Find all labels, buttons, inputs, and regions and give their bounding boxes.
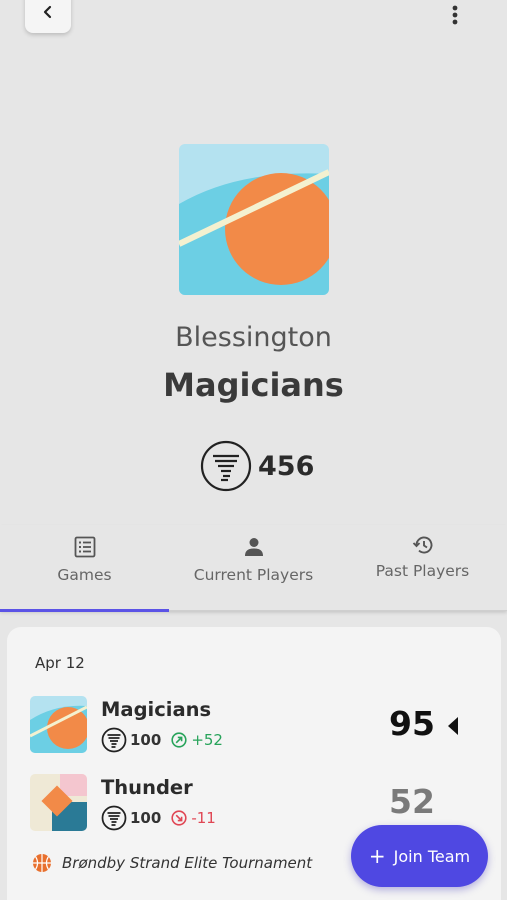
team-city: Blessington — [175, 322, 332, 353]
team-logo — [30, 696, 87, 753]
tab-current-players[interactable]: Current Players — [169, 525, 338, 611]
tab-label: Past Players — [375, 562, 470, 580]
team-name: Thunder — [101, 776, 193, 799]
more-options-button[interactable] — [440, 2, 470, 28]
active-tab-indicator — [0, 609, 169, 612]
history-icon — [412, 536, 432, 554]
tornado-badge-icon — [101, 727, 127, 753]
winner-triangle-icon — [448, 717, 458, 735]
team-logo — [179, 144, 329, 295]
tab-games[interactable]: Games — [0, 525, 169, 611]
tournament-name: Brøndby Strand Elite Tournament — [62, 854, 313, 872]
game-team-row[interactable]: Magicians 100 +52 95 — [29, 696, 479, 756]
team-stats: 100 +52 — [101, 726, 223, 754]
rating-delta-value: +52 — [191, 731, 223, 749]
trend-up-icon — [171, 732, 187, 748]
tab-bar: Games Current Players Past Players — [0, 525, 507, 612]
game-date: Apr 12 — [35, 654, 85, 672]
basketball-icon — [33, 854, 51, 872]
chevron-left-icon — [43, 5, 52, 18]
team-rating: 456 — [200, 440, 314, 492]
team-name: Magicians — [163, 366, 344, 404]
plus-icon: + — [368, 844, 386, 868]
trend-down-icon — [171, 810, 187, 826]
tornado-badge-icon — [101, 805, 127, 831]
team-score: 52 — [389, 782, 435, 821]
more-vertical-icon — [452, 5, 458, 25]
tournament-info: Brøndby Strand Elite Tournament — [32, 852, 312, 874]
team-logo — [30, 774, 87, 831]
team-score: 95 — [389, 704, 435, 743]
person-icon — [244, 538, 263, 556]
team-rating-value: 100 — [130, 731, 162, 749]
tab-label: Current Players — [193, 566, 314, 584]
team-rating-value: 100 — [130, 809, 162, 827]
rating-delta: -11 — [171, 809, 216, 827]
tab-past-players[interactable]: Past Players — [338, 525, 507, 611]
tab-label: Games — [57, 566, 112, 584]
back-button[interactable] — [25, 0, 71, 33]
join-team-button[interactable]: + Join Team — [351, 825, 488, 887]
tornado-badge-icon — [200, 440, 252, 492]
rating-delta-value: -11 — [191, 809, 216, 827]
team-stats: 100 -11 — [101, 804, 216, 832]
join-team-label: Join Team — [393, 846, 471, 866]
team-name: Magicians — [101, 698, 212, 721]
rating-value: 456 — [258, 450, 315, 482]
list-icon — [74, 536, 95, 558]
rating-delta: +52 — [171, 731, 223, 749]
